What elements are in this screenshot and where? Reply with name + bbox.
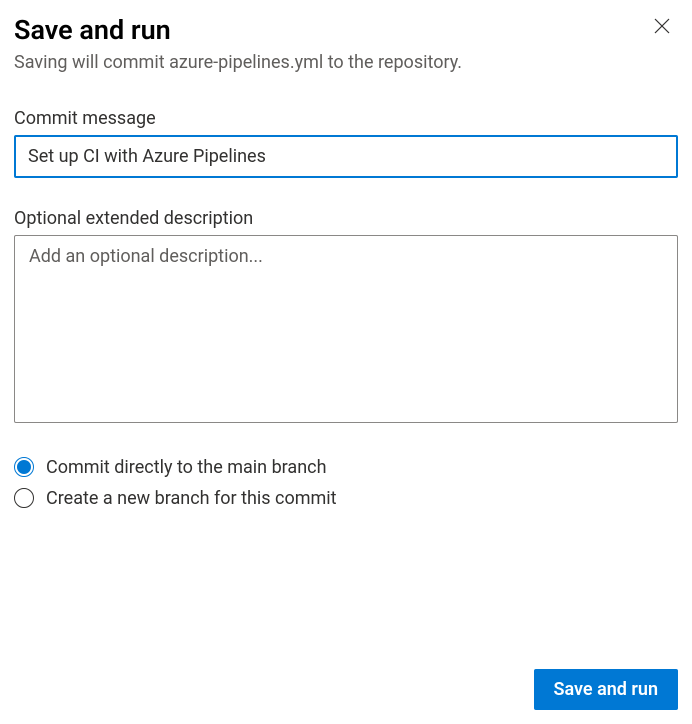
radio-commit-direct[interactable]: Commit directly to the main branch — [14, 457, 678, 478]
radio-label: Create a new branch for this commit — [46, 488, 337, 509]
radio-create-branch[interactable]: Create a new branch for this commit — [14, 488, 678, 509]
extended-description-input[interactable] — [14, 235, 678, 423]
commit-message-label: Commit message — [14, 108, 678, 129]
close-icon[interactable] — [654, 14, 678, 38]
commit-message-input[interactable] — [14, 135, 678, 178]
dialog-subtitle: Saving will commit azure-pipelines.yml t… — [14, 50, 678, 75]
radio-label: Commit directly to the main branch — [46, 457, 327, 478]
save-and-run-button[interactable]: Save and run — [534, 669, 679, 710]
extended-description-label: Optional extended description — [14, 208, 678, 229]
dialog-title: Save and run — [14, 14, 171, 46]
branch-radio-group: Commit directly to the main branch Creat… — [14, 457, 678, 509]
radio-circle-icon — [14, 457, 34, 477]
radio-circle-icon — [14, 488, 34, 508]
